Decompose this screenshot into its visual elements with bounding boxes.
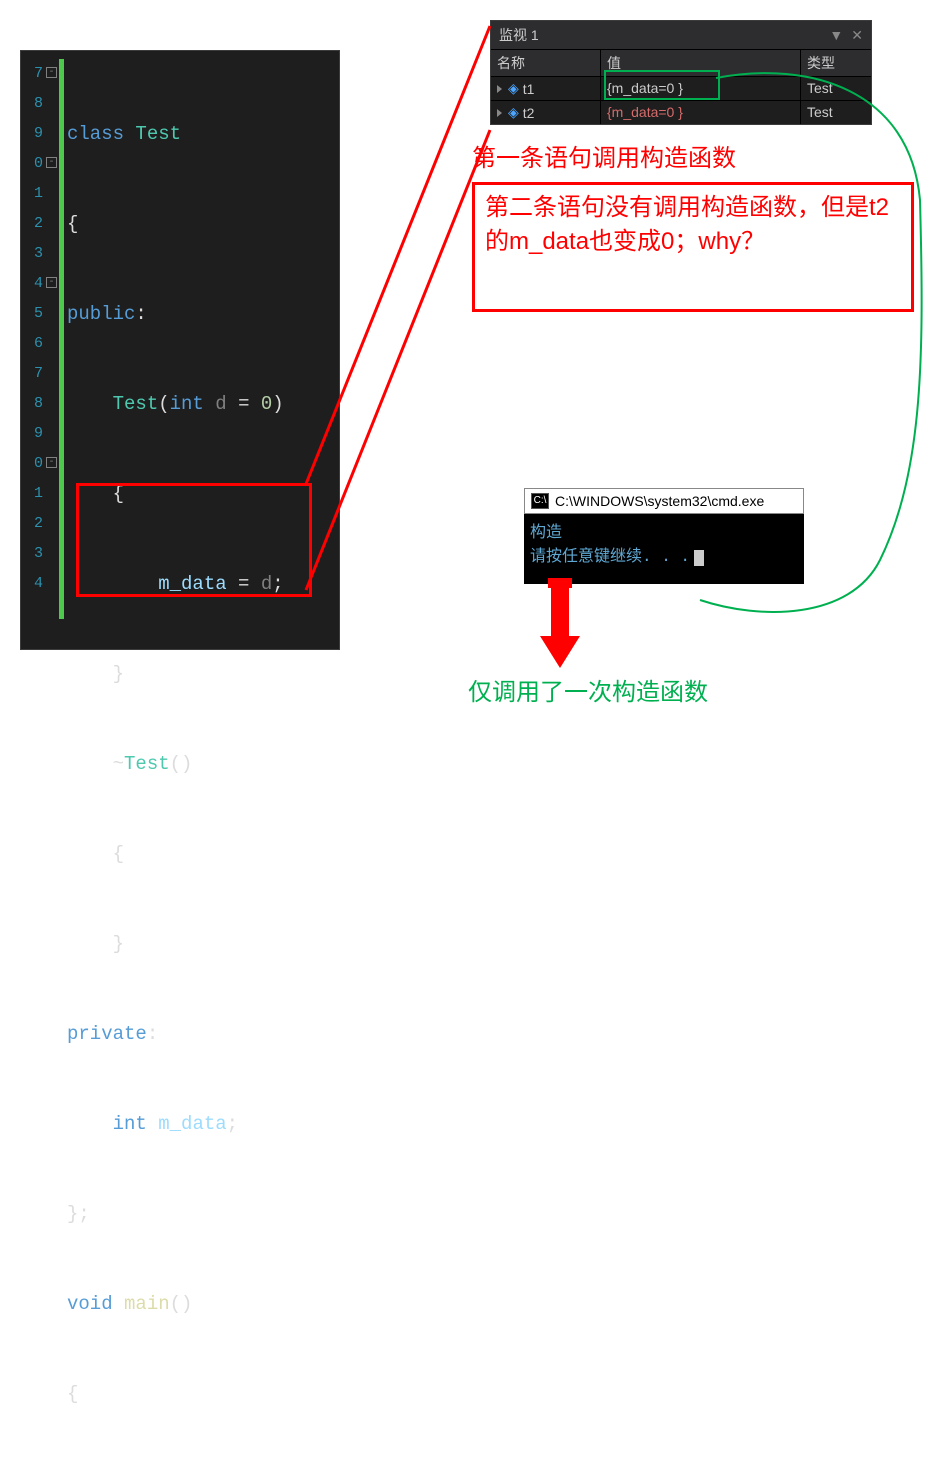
annotation-text-1: 第一条语句调用构造函数 <box>472 142 912 176</box>
watch-header-row: 名称 值 类型 <box>491 49 871 76</box>
fold-icon[interactable]: - <box>46 67 57 78</box>
watch-title-text: 监视 1 <box>499 25 539 45</box>
watch-row[interactable]: ◈ t1 {m_data=0 } Test <box>491 76 871 100</box>
change-marker <box>59 59 64 619</box>
watch-title-bar: 监视 1 ▼ ✕ <box>491 21 871 49</box>
fold-icon[interactable]: - <box>46 457 57 468</box>
fold-icon[interactable]: - <box>46 277 57 288</box>
dropdown-icon[interactable]: ▼ <box>829 27 843 43</box>
fold-bar: - - - - <box>45 51 59 649</box>
object-icon: ◈ <box>508 104 519 121</box>
line-number-gutter: 7 8 9 0 1 2 3 4 5 6 7 8 9 0 1 2 3 4 <box>21 51 45 649</box>
watch-header-name: 名称 <box>491 50 601 76</box>
watch-var-name: t2 <box>523 105 535 121</box>
watch-var-type: Test <box>801 77 871 100</box>
cmd-icon: C:\ <box>531 493 549 509</box>
code-editor[interactable]: 7 8 9 0 1 2 3 4 5 6 7 8 9 0 1 2 3 4 - - … <box>20 50 340 650</box>
watch-header-type: 类型 <box>801 50 871 76</box>
console-window: C:\ C:\WINDOWS\system32\cmd.exe 构造 请按任意键… <box>524 488 804 584</box>
expand-icon[interactable] <box>497 109 502 117</box>
close-icon[interactable]: ✕ <box>851 27 863 44</box>
console-title-bar: C:\ C:\WINDOWS\system32\cmd.exe <box>524 488 804 514</box>
console-title-text: C:\WINDOWS\system32\cmd.exe <box>555 493 764 509</box>
watch-var-value: {m_data=0 } <box>601 101 801 124</box>
expand-icon[interactable] <box>497 85 502 93</box>
watch-header-value: 值 <box>601 50 801 76</box>
watch-var-type: Test <box>801 101 871 124</box>
watch-row[interactable]: ◈ t2 {m_data=0 } Test <box>491 100 871 124</box>
watch-panel[interactable]: 监视 1 ▼ ✕ 名称 值 类型 ◈ t1 {m_data=0 } Test ◈… <box>490 20 872 125</box>
watch-var-value: {m_data=0 } <box>601 77 801 100</box>
annotation-text-2: 第二条语句没有调用构造函数，但是t2的m_data也变成0；why？ <box>472 182 914 312</box>
watch-var-name: t1 <box>523 81 535 97</box>
fold-icon[interactable]: - <box>46 157 57 168</box>
cursor-icon <box>694 550 704 566</box>
console-output: 构造 请按任意键继续. . . <box>524 514 804 584</box>
object-icon: ◈ <box>508 80 519 97</box>
code-area[interactable]: class Test { public: Test(int d = 0) { m… <box>67 59 335 1466</box>
green-caption: 仅调用了一次构造函数 <box>468 672 708 707</box>
